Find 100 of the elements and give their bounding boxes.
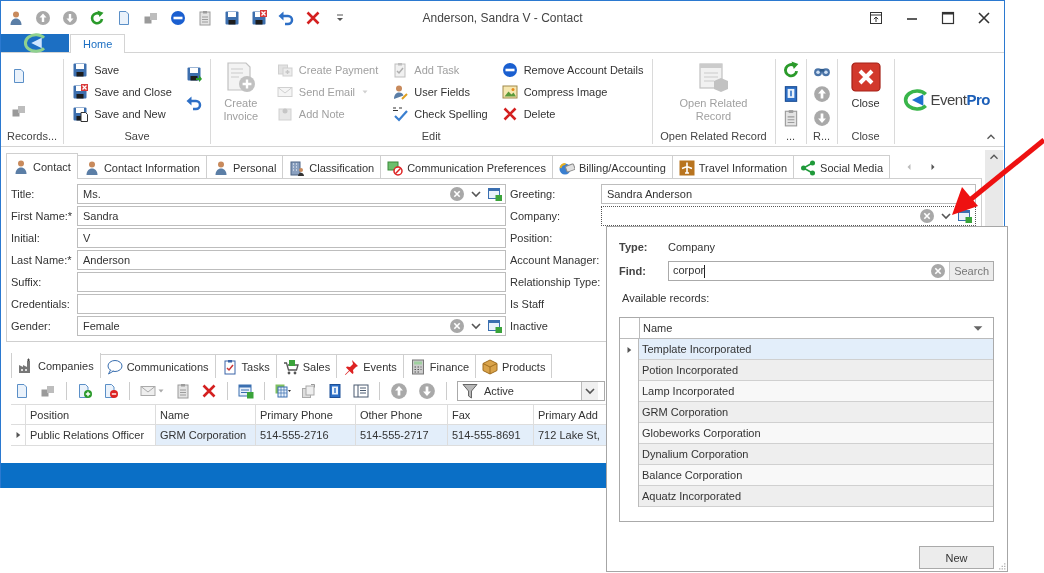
image-icon [501,84,518,100]
ribbon-button[interactable]: User Fields [390,81,490,103]
ribbon-button[interactable]: Compress Image [499,81,646,103]
record-row[interactable]: Lamp Incorporated [639,381,993,402]
group-label: Close [850,129,881,144]
documents-icon[interactable] [301,383,317,399]
column-header[interactable]: Name [640,318,993,338]
type-label: Type: [619,241,649,253]
delete-icon[interactable] [201,383,217,399]
record-row[interactable]: Balance Corporation [639,465,993,486]
remove-document-icon[interactable] [103,383,119,399]
undo-icon[interactable] [185,95,202,112]
column-header[interactable]: Name [156,405,256,425]
tab[interactable]: Finance [402,354,476,378]
document-icon[interactable] [11,68,27,85]
restore-icon[interactable] [868,9,884,26]
combo-box[interactable]: Female [77,316,506,336]
ribbon-button[interactable]: Remove Account Details [499,59,646,81]
tab[interactable]: Communication Preferences [380,155,553,179]
app-menu-button[interactable] [1,34,69,52]
record-row[interactable]: Globeworks Corporation [639,423,993,444]
text-field[interactable]: Sandra Anderson [601,184,976,204]
cubes-icon[interactable] [40,383,56,399]
group-label: Open Related Record [659,129,768,144]
field-label: Position: [509,232,554,244]
ribbon-button[interactable]: Close [843,59,888,128]
record-row[interactable]: Dynalium Corporation [639,444,993,465]
find-field[interactable]: corpor Search [668,261,994,281]
ribbon-button[interactable]: Delete [499,103,646,125]
column-header[interactable]: Primary Phone [256,405,356,425]
text-field[interactable] [77,294,506,314]
refresh-icon[interactable] [781,61,800,79]
tab[interactable]: Classification [282,155,382,179]
undo-icon[interactable] [278,9,294,26]
clear-icon[interactable] [930,263,947,279]
tab[interactable]: Contact [6,153,78,179]
tab[interactable]: Sales [275,354,338,378]
record-row[interactable]: Template Incorporated [639,339,993,360]
document-icon[interactable] [116,9,132,26]
new-button[interactable]: New [919,546,994,569]
record-row[interactable]: GRM Corporation [639,402,993,423]
text-field[interactable]: Anderson [77,250,506,270]
tab[interactable]: Products [475,354,553,378]
ribbon-button[interactable]: Save [70,59,174,81]
ribbon-button[interactable]: Save and Close [70,81,174,103]
combo-box[interactable] [601,206,976,226]
save-close-icon[interactable] [251,9,267,26]
minus-circle-icon[interactable] [170,9,186,26]
resize-grip-icon[interactable] [996,560,1006,570]
save-icon[interactable] [224,9,240,26]
text-field[interactable]: V [77,228,506,248]
find-label: Find: [619,265,647,277]
record-row[interactable]: Potion Incorporated [639,360,993,381]
close-icon [849,61,882,93]
person-icon[interactable] [8,9,24,26]
clipboard-icon[interactable] [175,383,191,399]
column-header[interactable]: Fax [448,405,534,425]
tab[interactable]: Events [336,354,404,378]
ribbon-tab[interactable]: Home [70,34,126,53]
column-header[interactable]: Other Phone [356,405,448,425]
tab[interactable]: Social Media [793,155,891,179]
ribbon-button[interactable]: Check Spelling [390,103,490,125]
text-field[interactable] [77,272,506,292]
payment-icon [276,62,293,78]
tab[interactable]: Communications [99,354,216,378]
columns-icon[interactable] [353,383,369,399]
combo-box[interactable]: Ms. [77,184,506,204]
envelope-icon[interactable] [140,383,156,399]
ribbon-button[interactable]: Save and New [70,103,174,125]
tab[interactable]: Travel Information [671,155,795,179]
logo-text: EventPro [930,91,990,108]
tab[interactable]: Tasks [214,354,277,378]
group-label: ... [784,129,797,144]
dropdown-arrow-icon[interactable] [157,387,165,395]
lookup-icon[interactable] [487,318,503,334]
lookup-icon[interactable] [487,186,503,202]
book-icon[interactable] [327,383,343,399]
minus-circle-icon [501,62,518,78]
refresh-icon[interactable] [89,9,105,26]
grid-icon[interactable] [275,383,291,399]
text-field[interactable]: Sandra [77,206,506,226]
table-icon[interactable] [238,383,254,399]
tab[interactable]: Companies [11,353,101,378]
field-label: Credentials: [11,298,71,310]
field-label: Company: [509,210,562,222]
document-icon[interactable] [14,383,30,399]
calculator-icon [409,358,426,375]
column-header[interactable]: Position [26,405,156,425]
envelope-icon [276,84,293,100]
field-label: Title: [11,188,36,200]
filter-dropdown[interactable]: Active [457,381,605,401]
save-new-icon [72,106,89,122]
clipboard-icon[interactable] [197,9,213,26]
delete-icon[interactable] [305,9,321,26]
maximize-icon[interactable] [940,9,956,26]
dropdown-arrow-icon [361,88,370,96]
add-document-icon[interactable] [77,383,93,399]
close-icon[interactable] [976,9,992,26]
search-button[interactable]: Search [949,262,993,280]
record-row[interactable]: Aquatz Incorporated [639,486,993,507]
